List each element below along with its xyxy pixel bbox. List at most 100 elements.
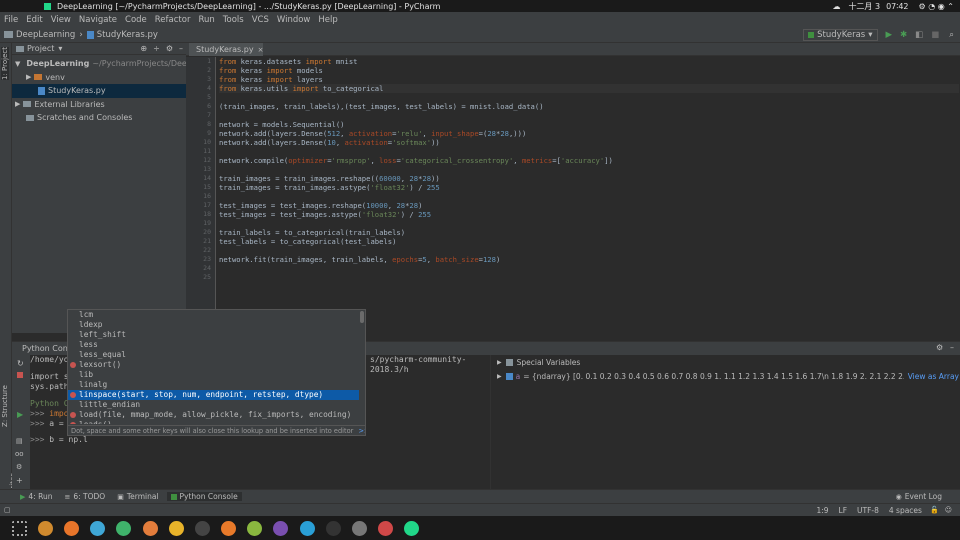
code-line[interactable]: from keras.datasets import mnist <box>219 57 959 66</box>
app3-icon[interactable] <box>299 520 315 536</box>
view-as-array-link[interactable]: View as Array <box>908 372 959 381</box>
code-line[interactable]: network.compile(optimizer='rmsprop', los… <box>219 156 959 165</box>
tray-icons[interactable]: ⚙ ◔ ◉ ⌃ <box>919 2 954 11</box>
autocomplete-item[interactable]: linalg <box>68 380 359 390</box>
code-line[interactable] <box>219 219 959 228</box>
menu-help[interactable]: Help <box>314 15 341 25</box>
tab-studykeras[interactable]: StudyKeras.py × <box>189 43 263 56</box>
stop-icon[interactable] <box>17 372 23 378</box>
breadcrumb-project[interactable]: DeepLearning <box>16 30 75 40</box>
code-line[interactable]: train_labels = to_categorical(train_labe… <box>219 228 959 237</box>
settings-icon[interactable]: ⚙ <box>16 463 22 471</box>
code-line[interactable]: train_images = train_images.reshape((600… <box>219 174 959 183</box>
structure-toolwindow-tab[interactable]: Z: Structure <box>1 385 9 427</box>
target-icon[interactable]: ⊕ <box>140 44 147 53</box>
code-line[interactable]: test_images = test_images.astype('float3… <box>219 210 959 219</box>
code-line[interactable]: network = models.Sequential() <box>219 120 959 129</box>
autocomplete-item[interactable]: less_equal <box>68 350 359 360</box>
menu-edit[interactable]: Edit <box>22 15 46 25</box>
autocomplete-item[interactable]: lexsort() <box>68 360 359 370</box>
stop-icon[interactable]: ■ <box>931 30 939 40</box>
file-encoding[interactable]: UTF-8 <box>857 506 879 515</box>
history-icon[interactable]: ▤ <box>16 437 23 445</box>
debug-icon[interactable]: ✱ <box>900 30 907 40</box>
menu-window[interactable]: Window <box>273 15 315 25</box>
menu-refactor[interactable]: Refactor <box>151 15 195 25</box>
autocomplete-scrollbar[interactable] <box>360 311 364 323</box>
caret-position[interactable]: 1:9 <box>816 506 828 515</box>
rerun-icon[interactable]: ↻ <box>17 359 24 368</box>
code-line[interactable]: (train_images, train_labels),(test_image… <box>219 102 959 111</box>
add-icon[interactable]: + <box>16 476 23 485</box>
code-line[interactable] <box>219 264 959 273</box>
code-area[interactable]: from keras.datasets import mnist from ker… <box>219 57 959 333</box>
tree-item-external-libraries[interactable]: ▶ External Libraries <box>12 98 186 112</box>
deepin-icon[interactable] <box>378 520 394 536</box>
autocomplete-item[interactable]: loads() <box>68 420 359 424</box>
run-toolwindow-button[interactable]: ▶ 4: Run <box>20 492 52 501</box>
code-line[interactable] <box>219 165 959 174</box>
line-separator[interactable]: LF <box>839 506 848 515</box>
autocomplete-item[interactable]: less <box>68 340 359 350</box>
layout-icon[interactable]: ▢ <box>4 506 11 514</box>
menu-run[interactable]: Run <box>194 15 218 25</box>
autocomplete-item[interactable]: load(file, mmap_mode, allow_pickle, fix_… <box>68 410 359 420</box>
image-icon[interactable] <box>142 520 158 536</box>
menu-code[interactable]: Code <box>121 15 151 25</box>
code-line[interactable] <box>219 273 959 282</box>
run-config-selector[interactable]: StudyKeras ▾ <box>803 28 878 41</box>
hide-icon[interactable]: – <box>950 343 954 352</box>
breadcrumb-file[interactable]: StudyKeras.py <box>97 30 158 40</box>
code-line[interactable]: network.add(layers.Dense(512, activation… <box>219 129 959 138</box>
tree-item-scratches[interactable]: Scratches and Consoles <box>12 111 186 125</box>
gear-icon[interactable]: ⚙ <box>166 44 173 53</box>
menu-view[interactable]: View <box>47 15 75 25</box>
execute-icon[interactable]: ▶ <box>17 410 23 419</box>
grid-icon[interactable] <box>11 520 27 536</box>
code-line[interactable]: from keras import models <box>219 66 959 75</box>
hint-link[interactable]: >> <box>358 427 365 435</box>
files-icon[interactable] <box>116 520 132 536</box>
indent-setting[interactable]: 4 spaces <box>889 506 922 515</box>
code-line[interactable] <box>219 246 959 255</box>
variable-row-a[interactable]: ▶ a = {ndarray} [0. 0.1 0.2 0.3 0.4 0.5 … <box>497 372 959 381</box>
game-icon[interactable] <box>352 520 368 536</box>
run-icon[interactable]: ▶ <box>886 30 893 40</box>
folder-icon[interactable] <box>37 520 53 536</box>
terminal-icon[interactable] <box>194 520 210 536</box>
project-toolwindow-tab[interactable]: 1: Project <box>1 47 9 80</box>
code-line[interactable] <box>219 111 959 120</box>
menu-tools[interactable]: Tools <box>219 15 248 25</box>
clock-icon[interactable] <box>325 520 341 536</box>
code-line[interactable]: test_labels = to_categorical(test_labels… <box>219 237 959 246</box>
todo-toolwindow-button[interactable]: ≡ 6: TODO <box>64 492 105 501</box>
code-line[interactable] <box>219 93 959 102</box>
tree-item-studykeras[interactable]: StudyKeras.py <box>12 84 186 98</box>
autocomplete-item[interactable]: little_endian <box>68 400 359 410</box>
autocomplete-item[interactable]: left_shift <box>68 330 359 340</box>
autocomplete-item[interactable]: ldexp <box>68 320 359 330</box>
terminal-toolwindow-button[interactable]: ▣ Terminal <box>117 492 158 501</box>
console-toolwindow-button[interactable]: Python Console <box>166 492 242 501</box>
store-icon[interactable] <box>90 520 106 536</box>
firefox-icon[interactable] <box>63 520 79 536</box>
collapse-icon[interactable]: ÷ <box>153 44 160 53</box>
code-line[interactable] <box>219 147 959 156</box>
chevron-down-icon[interactable]: ▾ <box>58 44 62 53</box>
code-line[interactable]: network.add(layers.Dense(10, activation=… <box>219 138 959 147</box>
autocomplete-item[interactable]: lib <box>68 370 359 380</box>
text-icon[interactable] <box>273 520 289 536</box>
watch-icon[interactable]: oo <box>15 450 24 458</box>
code-line[interactable]: train_images = train_images.astype('floa… <box>219 183 959 192</box>
code-line[interactable]: test_images = test_images.reshape(10000,… <box>219 201 959 210</box>
code-line[interactable]: from keras.utils import to_categorical <box>219 84 959 93</box>
code-line[interactable]: from keras import layers <box>219 75 959 84</box>
menu-vcs[interactable]: VCS <box>248 15 273 25</box>
gear-icon[interactable]: ⚙ <box>936 343 943 352</box>
autocomplete-item[interactable]: lcm <box>68 310 359 320</box>
event-log-button[interactable]: ◉ Event Log <box>896 492 942 501</box>
app2-icon[interactable] <box>247 520 263 536</box>
lock-icon[interactable]: 🔓 <box>930 506 939 514</box>
code-line[interactable] <box>219 192 959 201</box>
coverage-icon[interactable]: ◧ <box>915 30 923 40</box>
